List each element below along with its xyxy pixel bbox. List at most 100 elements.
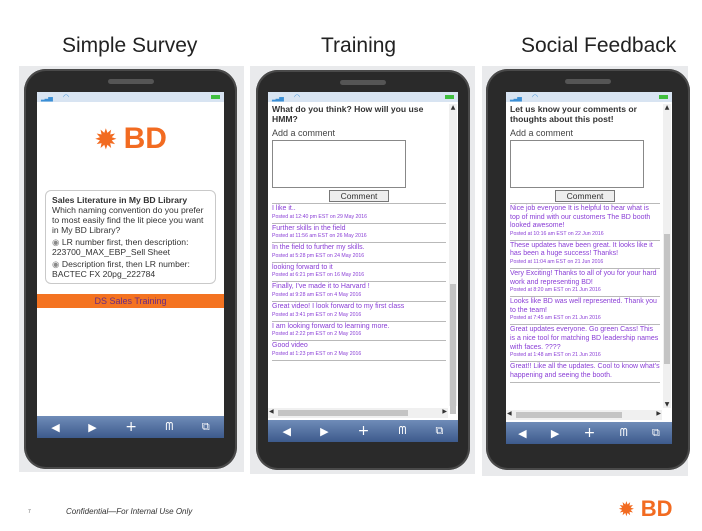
bd-logo-text: BD [123, 122, 167, 155]
status-bar: ▂▃▅ ◠ [506, 92, 672, 102]
comment-text: I like it.. [272, 205, 296, 212]
comment-date: Posted at 10:16 am EST on 22 Jun 2016 [510, 230, 604, 237]
comment-textarea[interactable] [510, 140, 644, 188]
phone-speaker [340, 80, 386, 85]
browser-nav-bar: ◀ ▶ + ᗰ ⧉ [37, 416, 224, 438]
signal-icon: ▂▃▅ [272, 96, 284, 102]
scroll-down-icon[interactable]: ▼ [663, 401, 671, 408]
comment-list: Nice job everyone It is helpful to hear … [510, 203, 660, 384]
survey-option-label: Description first, then LR number: BACTE… [52, 259, 190, 279]
tabs-icon[interactable]: ⧉ [652, 426, 660, 440]
battery-icon [659, 95, 668, 99]
comment-button[interactable]: Comment [329, 190, 389, 202]
tabs-icon[interactable]: ⧉ [202, 420, 210, 434]
comment-item: Finally, I've made it to Harvard ! Posted… [272, 282, 446, 302]
bookmarks-icon[interactable]: ᗰ [399, 424, 407, 438]
vertical-scrollbar[interactable]: ▲ [449, 104, 457, 414]
scroll-up-icon[interactable]: ▲ [449, 104, 457, 111]
comment-item: Very Exciting! Thanks to all of you for … [510, 269, 660, 298]
comment-item: Nice job everyone It is helpful to hear … [510, 204, 660, 241]
scroll-right-icon[interactable]: ▶ [656, 410, 661, 417]
comment-text: These updates have been great. It looks … [510, 241, 653, 258]
ds-sales-training-banner[interactable]: DS Sales Training [37, 294, 224, 308]
scroll-left-icon[interactable]: ◀ [269, 408, 274, 415]
battery-icon [445, 95, 454, 99]
add-icon[interactable]: + [584, 425, 596, 441]
forward-icon[interactable]: ▶ [88, 421, 96, 434]
horizontal-scrollbar[interactable]: ◀ ▶ [506, 410, 662, 420]
phone-speaker [565, 79, 611, 84]
vertical-scrollbar[interactable]: ▲ ▼ [663, 104, 671, 408]
scroll-thumb[interactable] [450, 284, 456, 414]
comment-text: Looks like BD was well represented. Than… [510, 298, 657, 314]
bookmarks-icon[interactable]: ᗰ [620, 426, 628, 440]
comment-date: Posted at 9:28 am EST on 4 May 2016 [272, 291, 362, 298]
comment-item: These updates have been great. It looks … [510, 241, 660, 269]
comment-list: I like it.. Posted at 12:40 pm EST on 29 … [272, 203, 446, 361]
comment-date: Posted at 3:41 pm EST on 2 May 2016 [272, 311, 362, 318]
comment-text: I am looking forward to learning more. [272, 322, 390, 330]
comment-item: Looks like BD was well represented. Than… [510, 297, 660, 326]
phone-training: ▂▃▅ ◠ What do you think? How will you us… [256, 70, 470, 470]
browser-nav-bar: ◀ ▶ + ᗰ ⧉ [506, 422, 672, 444]
comment-item: I like it.. Posted at 12:40 pm EST on 29 … [272, 204, 446, 224]
scroll-thumb[interactable] [278, 410, 408, 416]
comment-text: Great updates everyone. Go green Cass! T… [510, 326, 659, 351]
comment-text: Great video! I look forward to my first … [272, 302, 405, 310]
comment-date: Posted at 11:04 am EST on 21 Jun 2016 [510, 258, 604, 265]
radio-icon[interactable]: ◉ [52, 259, 60, 269]
comment-item: Great video! I look forward to my first … [272, 302, 446, 322]
comment-date: Posted at 5:28 pm EST on 24 May 2016 [272, 252, 365, 259]
scroll-right-icon[interactable]: ▶ [442, 408, 447, 415]
footer-bd-logo: ✹ BD [618, 496, 673, 522]
survey-screen: ▂▃▅ ◠ ✹ BD Sales Literature in My BD Lib… [37, 92, 224, 438]
comment-item: Great updates everyone. Go green Cass! T… [510, 325, 660, 363]
wifi-icon: ◠ [532, 94, 539, 101]
comment-button[interactable]: Comment [555, 190, 615, 202]
phone-speaker [107, 79, 154, 84]
scroll-up-icon[interactable]: ▲ [663, 104, 671, 111]
forward-icon[interactable]: ▶ [320, 425, 328, 438]
comment-date: Posted at 2:22 pm EST on 2 May 2016 [272, 331, 362, 338]
social-prompt: Let us know your comments or thoughts ab… [510, 104, 638, 124]
radio-icon[interactable]: ◉ [52, 237, 60, 247]
social-screen: ▂▃▅ ◠ Let us know your comments or thoug… [506, 92, 672, 444]
comment-text: looking forward to it [272, 263, 333, 271]
bd-sunburst-icon: ✹ [94, 122, 118, 156]
comment-text: Finally, I've made it to Harvard ! [272, 283, 370, 291]
scroll-left-icon[interactable]: ◀ [507, 410, 512, 417]
training-prompt: What do you think? How will you use HMM? [272, 104, 424, 124]
horizontal-scrollbar[interactable]: ◀ ▶ [268, 408, 448, 418]
phone-social: ▂▃▅ ◠ Let us know your comments or thoug… [486, 69, 690, 470]
survey-question-title: Sales Literature in My BD Library [52, 195, 188, 205]
comment-item: I am looking forward to learning more. Po… [272, 322, 446, 342]
panel-title-training: Training [321, 34, 397, 57]
confidential-notice: Confidential—For Internal Use Only [66, 507, 193, 516]
add-icon[interactable]: + [358, 423, 370, 439]
bd-logo: ✹ BD [37, 122, 224, 156]
comment-item: In the field to further my skills. Posted… [272, 243, 446, 263]
battery-icon [211, 95, 220, 99]
back-icon[interactable]: ◀ [518, 427, 526, 440]
comment-textarea[interactable] [272, 140, 406, 188]
comment-item: Good video Posted at 1:23 pm EST on 2 May… [272, 341, 446, 361]
scroll-thumb[interactable] [664, 234, 670, 364]
phone-survey: ▂▃▅ ◠ ✹ BD Sales Literature in My BD Lib… [24, 69, 237, 469]
add-comment-label: Add a comment [272, 128, 336, 138]
comment-text: Good video [272, 342, 308, 350]
bookmarks-icon[interactable]: ᗰ [165, 420, 173, 434]
footer-logo-text: BD [640, 496, 673, 521]
add-icon[interactable]: + [125, 419, 137, 435]
tabs-icon[interactable]: ⧉ [436, 424, 444, 438]
scroll-thumb[interactable] [516, 412, 622, 418]
comment-date: Posted at 1:23 pm EST on 2 May 2016 [272, 350, 362, 357]
back-icon[interactable]: ◀ [283, 425, 291, 438]
browser-nav-bar: ◀ ▶ + ᗰ ⧉ [268, 420, 458, 442]
status-bar: ▂▃▅ ◠ [37, 92, 224, 102]
survey-option[interactable]: ◉ LR number first, then description: 223… [52, 237, 209, 257]
forward-icon[interactable]: ▶ [551, 427, 559, 440]
comment-date: Posted at 7:45 am EST on 21 Jun 2016 [510, 315, 601, 322]
survey-option[interactable]: ◉ Description first, then LR number: BAC… [52, 259, 209, 279]
back-icon[interactable]: ◀ [51, 421, 59, 434]
comment-text: In the field to further my skills. [272, 244, 365, 252]
